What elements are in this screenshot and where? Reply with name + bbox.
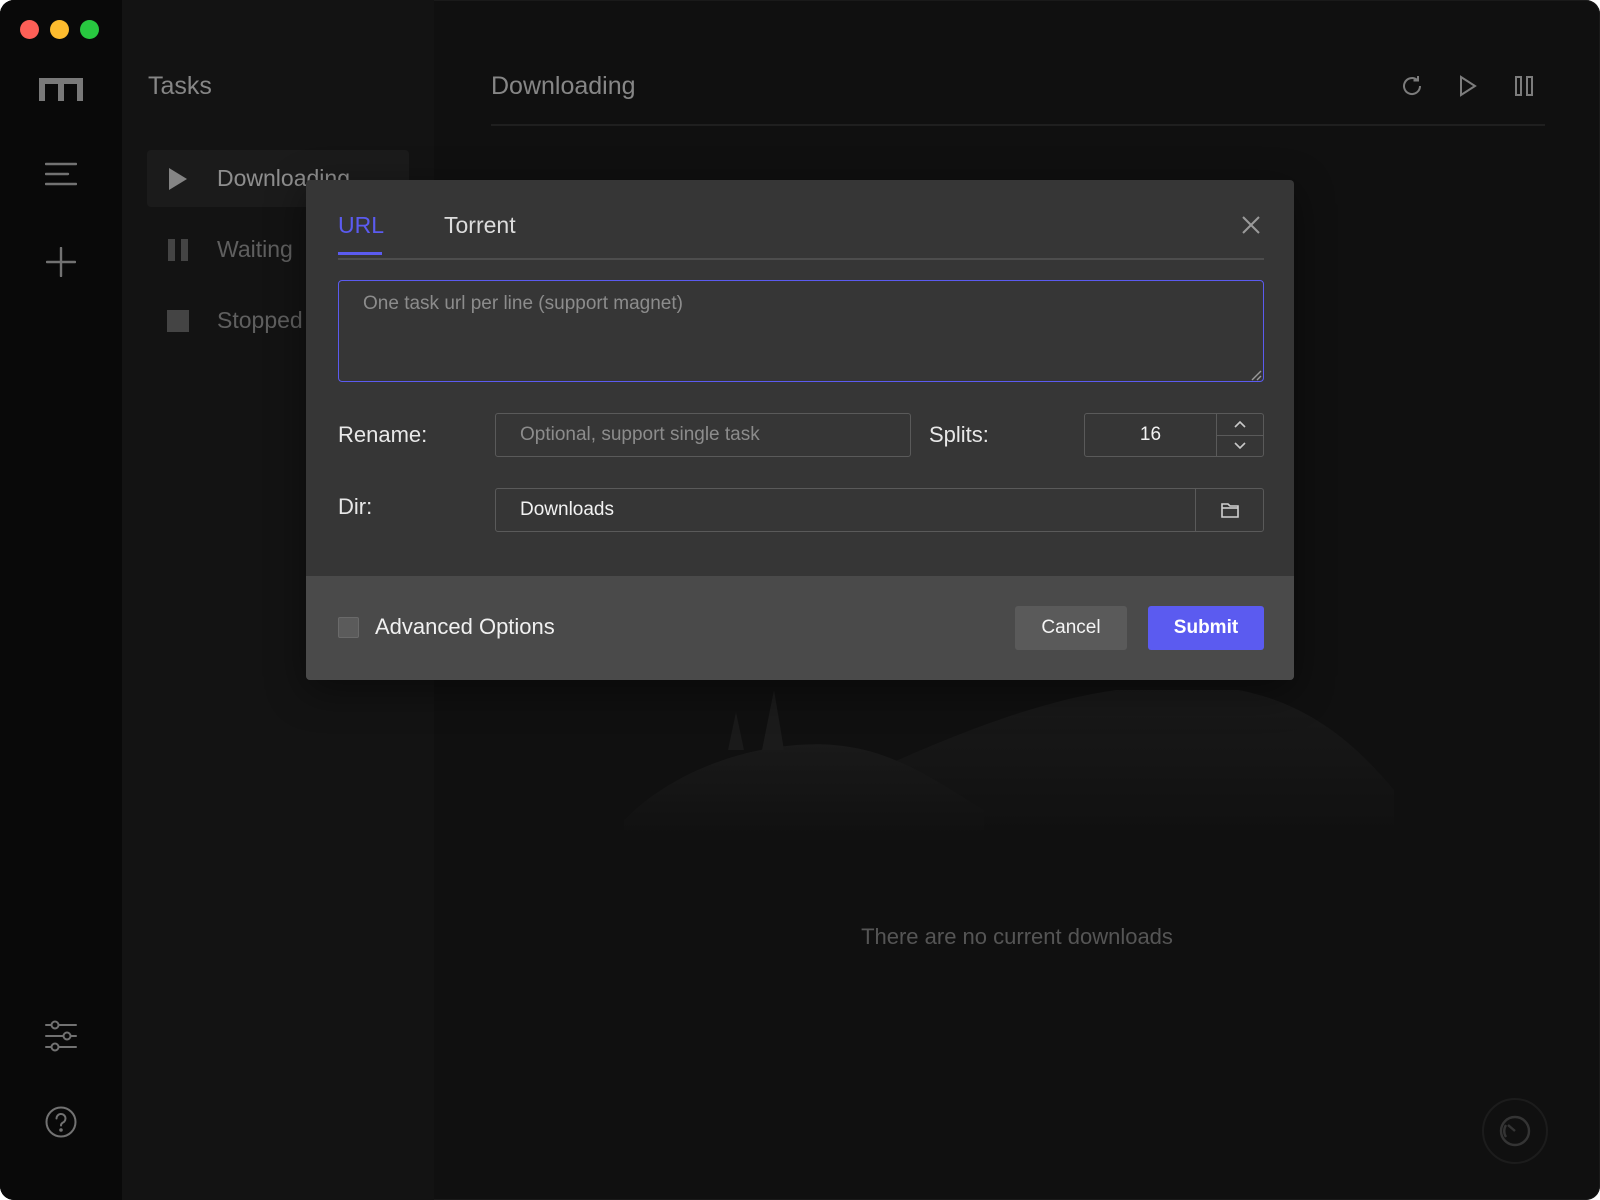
- rename-label: Rename:: [338, 422, 428, 447]
- dir-field: Downloads: [495, 488, 1264, 532]
- tab-torrent[interactable]: Torrent: [444, 212, 516, 253]
- rename-input[interactable]: [495, 413, 911, 457]
- submit-button[interactable]: Submit: [1148, 606, 1264, 650]
- tab-active-indicator: [338, 252, 382, 255]
- app-window: Tasks Downloading Waiting Stopped Downlo…: [0, 0, 1600, 1200]
- dialog-footer: Advanced Options Cancel Submit: [306, 576, 1294, 680]
- close-icon[interactable]: [1238, 212, 1264, 238]
- window-minimize-button[interactable]: [50, 20, 69, 39]
- dir-input[interactable]: Downloads: [496, 489, 1196, 531]
- dialog-tabs: URL Torrent: [338, 208, 1264, 260]
- window-maximize-button[interactable]: [80, 20, 99, 39]
- advanced-options-checkbox[interactable]: [338, 617, 359, 638]
- chevron-up-icon[interactable]: [1217, 414, 1263, 436]
- dir-label: Dir:: [338, 494, 373, 519]
- tab-url[interactable]: URL: [338, 212, 385, 255]
- tab-label: URL: [338, 212, 385, 238]
- tab-label: Torrent: [444, 212, 516, 238]
- cancel-button[interactable]: Cancel: [1015, 606, 1127, 650]
- traffic-lights: [20, 20, 99, 39]
- splits-stepper[interactable]: 16: [1084, 413, 1264, 457]
- add-task-dialog: URL Torrent Rename: Splits: 16: [306, 180, 1294, 680]
- splits-value[interactable]: 16: [1085, 414, 1217, 456]
- advanced-options-label[interactable]: Advanced Options: [375, 614, 555, 640]
- chevron-down-icon[interactable]: [1217, 436, 1263, 457]
- splits-label: Splits:: [929, 422, 989, 447]
- stepper-arrows: [1217, 414, 1263, 456]
- window-close-button[interactable]: [20, 20, 39, 39]
- folder-icon[interactable]: [1196, 489, 1263, 531]
- url-input[interactable]: [338, 280, 1264, 382]
- resize-grip-icon[interactable]: [1250, 368, 1262, 381]
